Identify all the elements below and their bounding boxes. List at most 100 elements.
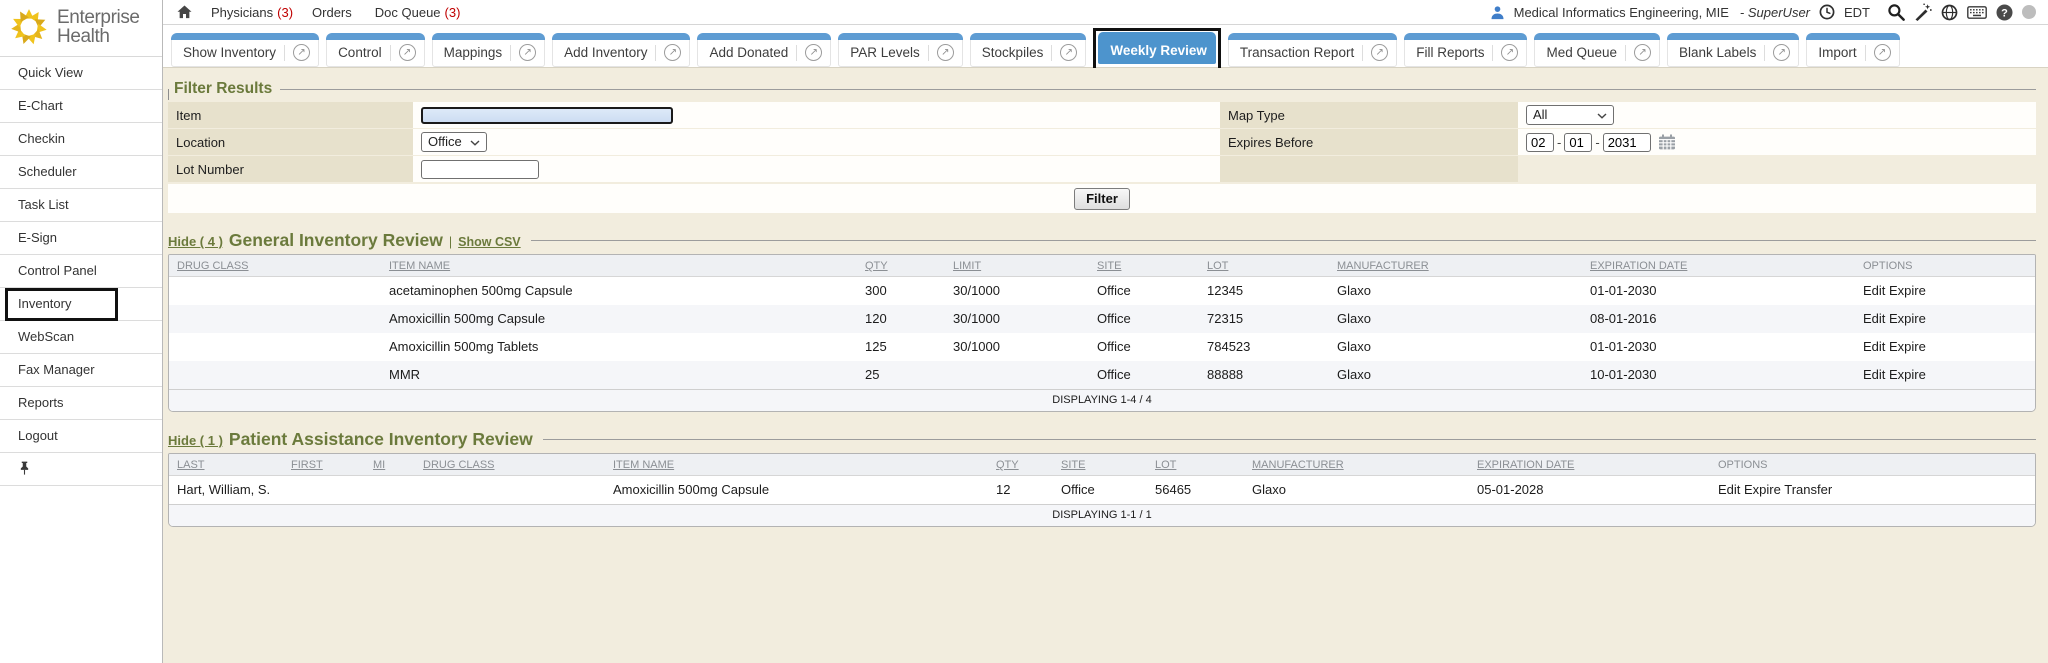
col-lot[interactable]: LOT (1199, 255, 1329, 277)
tab-med-queue[interactable]: Med Queue↗ (1534, 33, 1660, 67)
patient-hide-link[interactable]: Hide ( 1 ) (168, 433, 223, 448)
menu-physicians[interactable]: Physicians (3) (211, 5, 293, 20)
col-first[interactable]: FIRST (283, 454, 365, 476)
sidebar-pin-toggle[interactable] (0, 453, 162, 486)
col-qty[interactable]: QTY (988, 454, 1053, 476)
sidebar-item-quick-view[interactable]: Quick View (0, 57, 162, 90)
tab-show-inventory[interactable]: Show Inventory↗ (171, 33, 319, 67)
col-expiration-date[interactable]: EXPIRATION DATE (1469, 454, 1710, 476)
col-last[interactable]: LAST (169, 454, 283, 476)
col-manufacturer[interactable]: MANUFACTURER (1329, 255, 1582, 277)
col-item-name[interactable]: ITEM NAME (605, 454, 988, 476)
lot-number-input[interactable] (421, 160, 539, 179)
patient-assistance-table: LAST FIRST MI DRUG CLASS ITEM NAME QTY S… (168, 453, 2036, 527)
calendar-icon[interactable] (1658, 134, 1676, 150)
open-in-new-icon[interactable]: ↗ (805, 44, 822, 61)
general-hide-link[interactable]: Hide ( 4 ) (168, 234, 223, 249)
sidebar-item-fax-manager[interactable]: Fax Manager (0, 354, 162, 387)
open-in-new-icon[interactable]: ↗ (1773, 44, 1790, 61)
sidebar-item-task-list[interactable]: Task List (0, 189, 162, 222)
cell-drug-class (169, 333, 381, 361)
col-item-name[interactable]: ITEM NAME (381, 255, 857, 277)
cell-options[interactable]: Edit Expire Transfer (1710, 476, 2035, 505)
menu-doc-queue[interactable]: Doc Queue (3) (375, 5, 461, 20)
col-qty[interactable]: QTY (857, 255, 945, 277)
tab-control[interactable]: Control↗ (326, 33, 425, 67)
open-in-new-icon[interactable]: ↗ (1874, 44, 1891, 61)
map-type-select[interactable]: All (1526, 105, 1614, 125)
sidebar-item-scheduler[interactable]: Scheduler (0, 156, 162, 189)
open-in-new-icon[interactable]: ↗ (293, 44, 310, 61)
open-in-new-icon[interactable]: ↗ (519, 44, 536, 61)
sidebar-item-label: Inventory (18, 296, 71, 311)
tab-weekly-review[interactable]: Weekly Review (1098, 32, 1216, 64)
cell-expiration-date: 08-01-2016 (1582, 305, 1855, 333)
cell-last: Hart, William, S. (169, 476, 283, 505)
cell-options[interactable]: Edit Expire (1855, 333, 2035, 361)
cell-options[interactable]: Edit Expire (1855, 361, 2035, 389)
patient-section-title: Patient Assistance Inventory Review (229, 429, 533, 450)
cell-options[interactable]: Edit Expire (1855, 277, 2035, 306)
menu-orders[interactable]: Orders (312, 5, 356, 20)
open-in-new-icon[interactable]: ↗ (664, 44, 681, 61)
tab-add-inventory[interactable]: Add Inventory↗ (552, 33, 690, 67)
item-input[interactable] (421, 107, 673, 124)
cell-options[interactable]: Edit Expire (1855, 305, 2035, 333)
search-icon[interactable] (1887, 3, 1905, 21)
tab-add-donated[interactable]: Add Donated↗ (697, 33, 831, 67)
sidebar-item-logout[interactable]: Logout (0, 420, 162, 453)
expires-year-input[interactable] (1603, 133, 1651, 152)
open-in-new-icon[interactable]: ↗ (1060, 44, 1077, 61)
col-lot[interactable]: LOT (1147, 454, 1244, 476)
open-in-new-icon[interactable]: ↗ (1501, 44, 1518, 61)
col-limit[interactable]: LIMIT (945, 255, 1089, 277)
menu-count: (3) (277, 5, 293, 20)
open-in-new-icon[interactable]: ↗ (1371, 44, 1388, 61)
cell-lot: 72315 (1199, 305, 1329, 333)
open-in-new-icon[interactable]: ↗ (937, 44, 954, 61)
sidebar-item-webscan[interactable]: WebScan (0, 321, 162, 354)
tab-par-levels[interactable]: PAR Levels↗ (838, 33, 963, 67)
cell-item-name: Amoxicillin 500mg Tablets (381, 333, 857, 361)
filter-button[interactable]: Filter (1074, 188, 1130, 210)
col-drug-class[interactable]: DRUG CLASS (169, 255, 381, 277)
globe-icon[interactable] (1941, 4, 1958, 21)
show-csv-link[interactable]: Show CSV (458, 235, 521, 249)
tab-strip (838, 33, 963, 40)
col-manufacturer[interactable]: MANUFACTURER (1244, 454, 1469, 476)
tab-import[interactable]: Import↗ (1806, 33, 1899, 67)
sidebar-item-reports[interactable]: Reports (0, 387, 162, 420)
open-in-new-icon[interactable]: ↗ (1634, 44, 1651, 61)
sidebar-item-e-chart[interactable]: E-Chart (0, 90, 162, 123)
tab-transaction-report[interactable]: Transaction Report↗ (1228, 33, 1397, 67)
presence-indicator[interactable] (2022, 5, 2036, 19)
tab-fill-reports[interactable]: Fill Reports↗ (1404, 33, 1527, 67)
expires-day-input[interactable] (1564, 133, 1592, 152)
open-in-new-icon[interactable]: ↗ (399, 44, 416, 61)
col-site[interactable]: SITE (1053, 454, 1147, 476)
tab-mappings[interactable]: Mappings↗ (432, 33, 546, 67)
help-icon[interactable]: ? (1996, 4, 2013, 21)
tab-strip (1228, 33, 1397, 40)
keyboard-icon[interactable] (1967, 6, 1987, 19)
col-expiration-date[interactable]: EXPIRATION DATE (1582, 255, 1855, 277)
tab-divider (655, 45, 656, 61)
item-label: Item (168, 102, 413, 128)
tab-blank-labels[interactable]: Blank Labels↗ (1667, 33, 1799, 67)
expires-month-input[interactable] (1526, 133, 1554, 152)
cell-item-name: acetaminophen 500mg Capsule (381, 277, 857, 306)
col-mi[interactable]: MI (365, 454, 415, 476)
general-inventory-section: Hide ( 4 ) General Inventory Review | Sh… (168, 230, 2036, 412)
sidebar-item-control-panel[interactable]: Control Panel (0, 255, 162, 288)
col-drug-class[interactable]: DRUG CLASS (415, 454, 605, 476)
clock-icon[interactable] (1819, 4, 1835, 20)
wand-icon[interactable] (1914, 3, 1932, 21)
sidebar-item-checkin[interactable]: Checkin (0, 123, 162, 156)
sidebar-item-inventory[interactable]: Inventory (0, 288, 162, 321)
sidebar-item-e-sign[interactable]: E-Sign (0, 222, 162, 255)
user-name[interactable]: Medical Informatics Engineering, MIE (1514, 5, 1729, 20)
tab-stockpiles[interactable]: Stockpiles↗ (970, 33, 1087, 67)
location-select[interactable]: Office (421, 132, 487, 152)
col-site[interactable]: SITE (1089, 255, 1199, 277)
home-icon[interactable] (177, 5, 192, 19)
